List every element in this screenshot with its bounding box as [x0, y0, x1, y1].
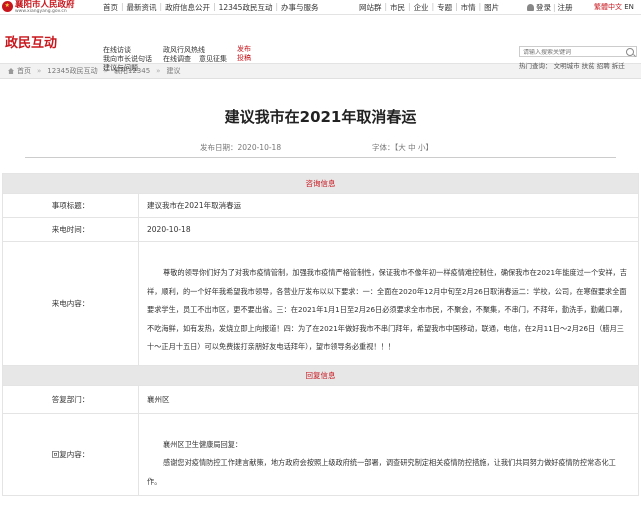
- subnav-hotline[interactable]: 政风行风热线: [163, 46, 205, 55]
- divider: [25, 157, 616, 158]
- emblem-icon: [2, 1, 13, 12]
- topnav-news[interactable]: 最新资讯: [127, 2, 157, 13]
- site-logo[interactable]: 襄阳市人民政府 www.xiangyang.gov.cn: [2, 1, 75, 14]
- toplink-enterprise[interactable]: 企业: [414, 2, 429, 13]
- section-brand: 政民互动: [5, 36, 58, 51]
- topnav-home[interactable]: 首页: [103, 2, 118, 13]
- breadcrumb-12345[interactable]: 12345政民互动: [47, 66, 97, 76]
- sub-nav: 在线访谈 政风行风热线 我向市长说句话 在线调查 意见征集 建议与问题: [103, 46, 235, 73]
- breadcrumb-home[interactable]: 首页: [17, 66, 31, 76]
- publish-link[interactable]: 发布: [237, 45, 251, 54]
- logo-title: 襄阳市人民政府: [15, 0, 75, 10]
- content-label: 来电内容：: [2, 241, 139, 366]
- content-value: 尊敬的领导你们好为了对我市疫情管制，加强我市疫情严格管制性，保证我市不像年初一样…: [138, 241, 639, 366]
- subnav-interview[interactable]: 在线访谈: [103, 46, 155, 55]
- toplink-sites[interactable]: 网站群: [359, 2, 382, 13]
- user-icon: [527, 4, 534, 11]
- topnav-info[interactable]: 政府信息公开: [165, 2, 210, 13]
- subject-label: 事项标题：: [2, 193, 139, 218]
- top-nav: 首页 | 最新资讯 | 政府信息公开 | 12345政民互动 | 办事与服务: [103, 2, 319, 13]
- toplink-cityinfo[interactable]: 市情: [461, 2, 476, 13]
- topnav-service[interactable]: 办事与服务: [281, 2, 319, 13]
- time-label: 来电时间：: [2, 217, 139, 242]
- font-size-switch[interactable]: 字体：【大 中 小】: [372, 142, 433, 153]
- search-box: [519, 46, 637, 58]
- publish-date: 发布日期：2020-10-18: [200, 143, 282, 152]
- dept-label: 答复部门：: [2, 384, 139, 414]
- reply-content: 襄州区卫生健康局回复： 感谢您对疫情防控工作建言献策，地方政府会按照上级政府统一…: [138, 412, 639, 496]
- register-link[interactable]: 注册: [558, 2, 573, 13]
- topnav-12345[interactable]: 12345政民互动: [219, 2, 273, 13]
- dept-value: 襄州区: [138, 384, 639, 414]
- search-icon[interactable]: [626, 48, 634, 56]
- consult-section-header: 咨询信息: [2, 173, 639, 194]
- reply-content-label: 回复内容：: [2, 412, 139, 496]
- reply-section-header: 回复信息: [2, 364, 639, 386]
- reply-line-2: 感谢您对疫情防控工作建言献策，地方政府会按照上级政府统一部署，调查研究制定相关疫…: [147, 458, 616, 486]
- search-input[interactable]: [520, 48, 626, 58]
- subnav-mayor[interactable]: 我向市长说句话: [103, 55, 155, 64]
- toplink-topic[interactable]: 专题: [437, 2, 452, 13]
- subnav-opinion[interactable]: 意见征集: [199, 55, 227, 64]
- login-link[interactable]: 登录: [536, 2, 551, 13]
- english-link[interactable]: EN: [624, 3, 634, 11]
- top-links: 网站群 | 市民 | 企业 | 专题 | 市情 | 图片: [359, 2, 500, 13]
- subnav-suggestion[interactable]: 建议与问题: [103, 64, 155, 73]
- top-bar: 襄阳市人民政府 www.xiangyang.gov.cn 首页| 最新资讯| 政…: [0, 0, 641, 15]
- traditional-chinese-link[interactable]: 繁體中文: [594, 3, 622, 11]
- reply-line-1: 襄州区卫生健康局回复：: [163, 439, 243, 449]
- logo-url: www.xiangyang.gov.cn: [15, 9, 67, 14]
- detail-table: 咨询信息 事项标题： 建议我市在2021年取消春运 来电时间： 2020-10-…: [2, 173, 639, 496]
- language-switch: 繁體中文 EN: [594, 2, 634, 12]
- page-header: 政民互动 在线访谈 政风行风热线 我向市长说句话 在线调查 意见征集 建议与问题…: [0, 15, 641, 72]
- submit-link[interactable]: 投稿: [237, 54, 251, 63]
- page-title: 建议我市在2021年取消春运: [224, 108, 417, 126]
- toplink-images[interactable]: 图片: [484, 2, 499, 13]
- publish-links: 发布 投稿: [237, 45, 251, 63]
- login-area: 登录 | 注册: [527, 2, 573, 13]
- time-value: 2020-10-18: [138, 217, 639, 242]
- subject-value: 建议我市在2021年取消春运: [138, 193, 639, 218]
- toplink-citizen[interactable]: 市民: [390, 2, 405, 13]
- article-meta: 发布日期：2020-10-18 字体：【大 中 小】: [0, 138, 641, 158]
- subnav-survey[interactable]: 在线调查: [163, 55, 191, 64]
- home-icon: [8, 68, 14, 74]
- hot-queries: 热门查询： 文明城市 扶贫 招聘 拆迁: [519, 62, 625, 70]
